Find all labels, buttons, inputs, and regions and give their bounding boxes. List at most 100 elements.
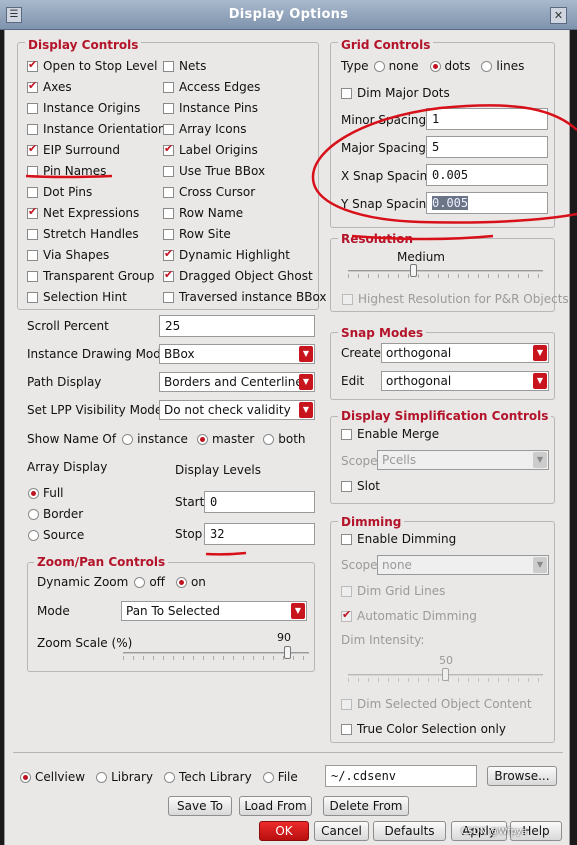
file-radio[interactable] [262, 771, 274, 783]
traversed-instance-bbox-checkbox[interactable] [163, 291, 174, 303]
show-name-instance-radio[interactable] [122, 433, 134, 445]
array-full-radio[interactable] [28, 487, 39, 499]
x-snap-spacing-field[interactable]: 0.005 [426, 164, 548, 186]
option-dragged-object-ghost[interactable]: Dragged Object Ghost [163, 268, 313, 283]
option-array-icons[interactable]: Array Icons [163, 122, 246, 136]
zoom-scale-slider[interactable] [123, 646, 309, 660]
option-nets[interactable]: Nets [163, 59, 206, 73]
cross-cursor-checkbox[interactable] [163, 186, 174, 198]
automatic-dimming-checkbox[interactable] [341, 608, 352, 622]
true-color-row[interactable]: True Color Selection only [341, 722, 506, 736]
option-traversed-instance-bbox[interactable]: Traversed instance BBox [163, 290, 327, 304]
slider-thumb[interactable] [410, 264, 417, 277]
pin-names-checkbox[interactable] [27, 165, 38, 177]
array-display-source[interactable]: Source [25, 528, 84, 542]
dynamic-highlight-checkbox[interactable] [163, 247, 174, 261]
instance-drawing-mode-select[interactable]: BBox ▼ [159, 344, 315, 364]
enable-dimming-row[interactable]: Enable Dimming [341, 532, 456, 546]
access-edges-checkbox[interactable] [163, 81, 174, 93]
option-access-edges[interactable]: Access Edges [163, 80, 260, 94]
path-display-select[interactable]: Borders and Centerlines ▼ [159, 372, 315, 392]
array-source-radio[interactable] [28, 529, 39, 541]
option-axes[interactable]: Axes [27, 79, 72, 94]
dot-pins-checkbox[interactable] [27, 186, 38, 198]
grid-type-dots-radio[interactable] [429, 60, 441, 72]
dim-major-dots-row[interactable]: Dim Major Dots [341, 86, 450, 100]
option-dynamic-highlight[interactable]: Dynamic Highlight [163, 247, 290, 262]
load-from-button[interactable]: Load From [239, 796, 312, 816]
option-net-expressions[interactable]: Net Expressions [27, 205, 139, 220]
set-lpp-visibility-select[interactable]: Do not check validity ▼ [159, 400, 315, 420]
stretch-handles-checkbox[interactable] [27, 228, 38, 240]
library-radio[interactable] [96, 771, 108, 783]
option-row-name[interactable]: Row Name [163, 206, 243, 220]
eip-surround-checkbox[interactable] [27, 142, 38, 156]
grid-type-none-radio[interactable] [373, 60, 385, 72]
zoom-mode-select[interactable]: Pan To Selected ▼ [121, 601, 307, 621]
y-snap-spacing-field[interactable]: 0.005 [426, 192, 548, 214]
dim-grid-lines-row[interactable]: Dim Grid Lines [341, 584, 445, 598]
array-border-radio[interactable] [28, 508, 39, 520]
option-transparent-group[interactable]: Transparent Group [27, 269, 154, 283]
defaults-button[interactable]: Defaults [373, 821, 446, 841]
resolution-slider[interactable] [348, 264, 543, 278]
enable-dimming-checkbox[interactable] [341, 533, 352, 545]
snap-edit-select[interactable]: orthogonal ▼ [381, 371, 549, 391]
tech-library-radio[interactable] [164, 771, 176, 783]
dim-selected-row[interactable]: Dim Selected Object Content [341, 697, 532, 711]
major-spacing-field[interactable]: 5 [426, 136, 548, 158]
array-display-border[interactable]: Border [25, 507, 83, 521]
simplification-scope-select[interactable]: Pcells ▼ [377, 450, 549, 470]
option-open-to-stop-level[interactable]: Open to Stop Level [27, 58, 158, 73]
ok-button[interactable]: OK [259, 821, 309, 841]
dynamic-zoom-off-radio[interactable] [134, 576, 146, 588]
transparent-group-checkbox[interactable] [27, 270, 38, 282]
show-name-master-radio[interactable] [196, 433, 208, 445]
option-cross-cursor[interactable]: Cross Cursor [163, 185, 255, 199]
option-pin-names[interactable]: Pin Names [27, 164, 106, 178]
array-display-full[interactable]: Full [25, 486, 64, 500]
slot-checkbox[interactable] [341, 480, 352, 492]
use-true-bbox-checkbox[interactable] [163, 165, 174, 177]
option-via-shapes[interactable]: Via Shapes [27, 248, 109, 262]
via-shapes-checkbox[interactable] [27, 249, 38, 261]
show-name-both-radio[interactable] [263, 433, 275, 445]
highest-resolution-checkbox[interactable] [342, 293, 353, 305]
option-use-true-bbox[interactable]: Use True BBox [163, 164, 265, 178]
instance-orientation-checkbox[interactable] [27, 123, 38, 135]
cellview-radio[interactable] [20, 771, 31, 783]
option-selection-hint[interactable]: Selection Hint [27, 290, 127, 304]
start-level-field[interactable]: 0 [204, 491, 315, 513]
option-stretch-handles[interactable]: Stretch Handles [27, 227, 139, 241]
option-eip-surround[interactable]: EIP Surround [27, 142, 120, 157]
cancel-button[interactable]: Cancel [314, 821, 369, 841]
array-icons-checkbox[interactable] [163, 123, 174, 135]
slider-thumb[interactable] [284, 646, 291, 659]
option-instance-pins[interactable]: Instance Pins [163, 101, 258, 115]
option-label-origins[interactable]: Label Origins [163, 142, 258, 157]
highest-resolution-row[interactable]: Highest Resolution for P&R Objects [342, 292, 569, 306]
delete-from-button[interactable]: Delete From [323, 796, 409, 816]
true-color-checkbox[interactable] [341, 723, 352, 735]
enable-merge-row[interactable]: Enable Merge [341, 427, 439, 441]
snap-create-select[interactable]: orthogonal ▼ [381, 343, 549, 363]
automatic-dimming-row[interactable]: Automatic Dimming [341, 608, 477, 623]
option-dot-pins[interactable]: Dot Pins [27, 185, 92, 199]
slider-thumb[interactable] [442, 668, 449, 681]
dynamic-zoom-on-radio[interactable] [175, 576, 187, 588]
label-origins-checkbox[interactable] [163, 142, 174, 156]
net-expressions-checkbox[interactable] [27, 205, 38, 219]
dim-grid-lines-checkbox[interactable] [341, 585, 352, 597]
row-site-checkbox[interactable] [163, 228, 174, 240]
browse-button[interactable]: Browse... [487, 766, 557, 786]
open-to-stop-level-checkbox[interactable] [27, 58, 38, 72]
minor-spacing-field[interactable]: 1 [426, 108, 548, 130]
dim-selected-checkbox[interactable] [341, 698, 352, 710]
selection-hint-checkbox[interactable] [27, 291, 38, 303]
dim-intensity-slider[interactable] [348, 668, 543, 682]
file-path-field[interactable]: ~/.cdsenv [325, 765, 477, 787]
axes-checkbox[interactable] [27, 79, 38, 93]
option-instance-orientation[interactable]: Instance Orientation [27, 122, 166, 136]
instance-pins-checkbox[interactable] [163, 102, 174, 114]
save-to-button[interactable]: Save To [168, 796, 232, 816]
